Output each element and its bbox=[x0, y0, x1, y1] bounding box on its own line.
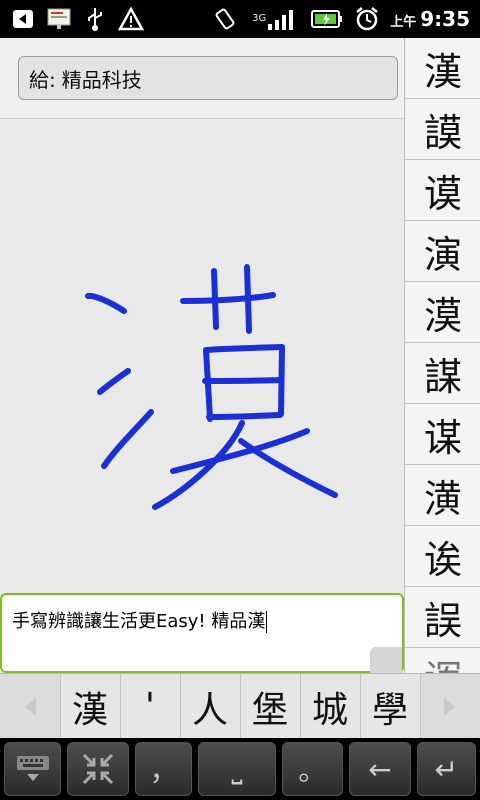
message-input[interactable]: 手寫辨識讓生活更Easy! 精品漢 bbox=[0, 593, 404, 673]
usb-icon bbox=[82, 6, 108, 32]
comma-key[interactable]: ， bbox=[134, 742, 193, 796]
status-left bbox=[0, 6, 144, 32]
enter-key[interactable]: ↵ bbox=[416, 742, 476, 796]
time: 9:35 bbox=[420, 7, 470, 31]
strip-next-button[interactable] bbox=[419, 674, 480, 739]
strip-candidate[interactable]: 學 bbox=[359, 674, 420, 739]
side-candidate[interactable]: 誤 bbox=[405, 587, 480, 648]
period-key[interactable]: 。 bbox=[281, 742, 344, 796]
recipient-label: 給: bbox=[29, 67, 56, 92]
message-text-container: 手寫辨識讓生活更Easy! 精品漢 bbox=[12, 607, 268, 633]
handwritten-character bbox=[85, 264, 338, 510]
back-icon bbox=[10, 6, 36, 32]
send-button[interactable] bbox=[370, 647, 402, 673]
backspace-key[interactable]: ← bbox=[349, 742, 411, 796]
network-type: 3G bbox=[252, 13, 267, 24]
fullscreen-toggle-button[interactable] bbox=[67, 742, 129, 796]
strip-prev-button[interactable] bbox=[0, 674, 60, 739]
status-right: 3G 上午 9:35 bbox=[212, 6, 480, 32]
keyboard-icon bbox=[16, 756, 49, 781]
strip-candidate[interactable]: ' bbox=[119, 674, 180, 739]
status-clock: 上午 9:35 bbox=[390, 7, 470, 31]
side-candidate[interactable]: 诶 bbox=[405, 526, 480, 587]
side-candidate[interactable]: 演 bbox=[405, 221, 480, 282]
alarm-icon bbox=[354, 6, 380, 32]
alert-icon bbox=[118, 6, 144, 32]
strip-candidate[interactable]: 城 bbox=[299, 674, 360, 739]
signal-3g-icon: 3G bbox=[248, 6, 300, 32]
keyboard-switch-button[interactable] bbox=[4, 742, 62, 796]
shrink-arrows-icon bbox=[83, 753, 114, 785]
message-text: 手寫辨識讓生活更Easy! 精品漢 bbox=[12, 611, 266, 632]
side-candidate[interactable]: 谟 bbox=[405, 160, 480, 221]
recipient-field[interactable]: 給: 精品科技 bbox=[18, 56, 398, 100]
handwriting-canvas[interactable] bbox=[0, 118, 404, 594]
side-candidate[interactable]: 漢 bbox=[405, 38, 480, 99]
space-key[interactable]: ⎵ bbox=[198, 742, 276, 796]
ampm: 上午 bbox=[390, 15, 417, 30]
strip-candidate[interactable]: 漢 bbox=[59, 674, 120, 739]
status-bar: 3G 上午 9:35 bbox=[0, 0, 480, 38]
side-candidate[interactable]: 謨 bbox=[405, 99, 480, 160]
strip-candidates: 漢 ' 人 堡 城 學 bbox=[59, 674, 420, 739]
side-candidate[interactable]: 谋 bbox=[405, 404, 480, 465]
strip-candidate[interactable]: 堡 bbox=[239, 674, 300, 739]
chevron-left-icon bbox=[24, 697, 36, 716]
ime-toolbar: ， ⎵ 。 ← ↵ bbox=[0, 738, 480, 800]
candidate-column: 漢 謨 谟 演 漠 謀 谋 潢 诶 誤 诨 bbox=[404, 38, 480, 675]
side-candidate[interactable]: 潢 bbox=[405, 465, 480, 526]
recipient-value: 精品科技 bbox=[61, 67, 142, 92]
chevron-right-icon bbox=[444, 697, 456, 716]
side-candidate[interactable]: 謀 bbox=[405, 343, 480, 404]
side-candidate[interactable]: 漠 bbox=[405, 282, 480, 343]
rotate-icon bbox=[212, 6, 238, 32]
text-cursor bbox=[266, 611, 268, 633]
screen-icon bbox=[46, 6, 72, 32]
strip-candidate[interactable]: 人 bbox=[179, 674, 240, 739]
battery-icon bbox=[310, 6, 344, 32]
compose-area: 給: 精品科技 手寫辨識讓生活更Easy! 精品漢 bbox=[0, 38, 404, 673]
candidate-strip: 漢 ' 人 堡 城 學 bbox=[0, 673, 480, 739]
side-candidate[interactable]: 诨 bbox=[405, 648, 480, 675]
